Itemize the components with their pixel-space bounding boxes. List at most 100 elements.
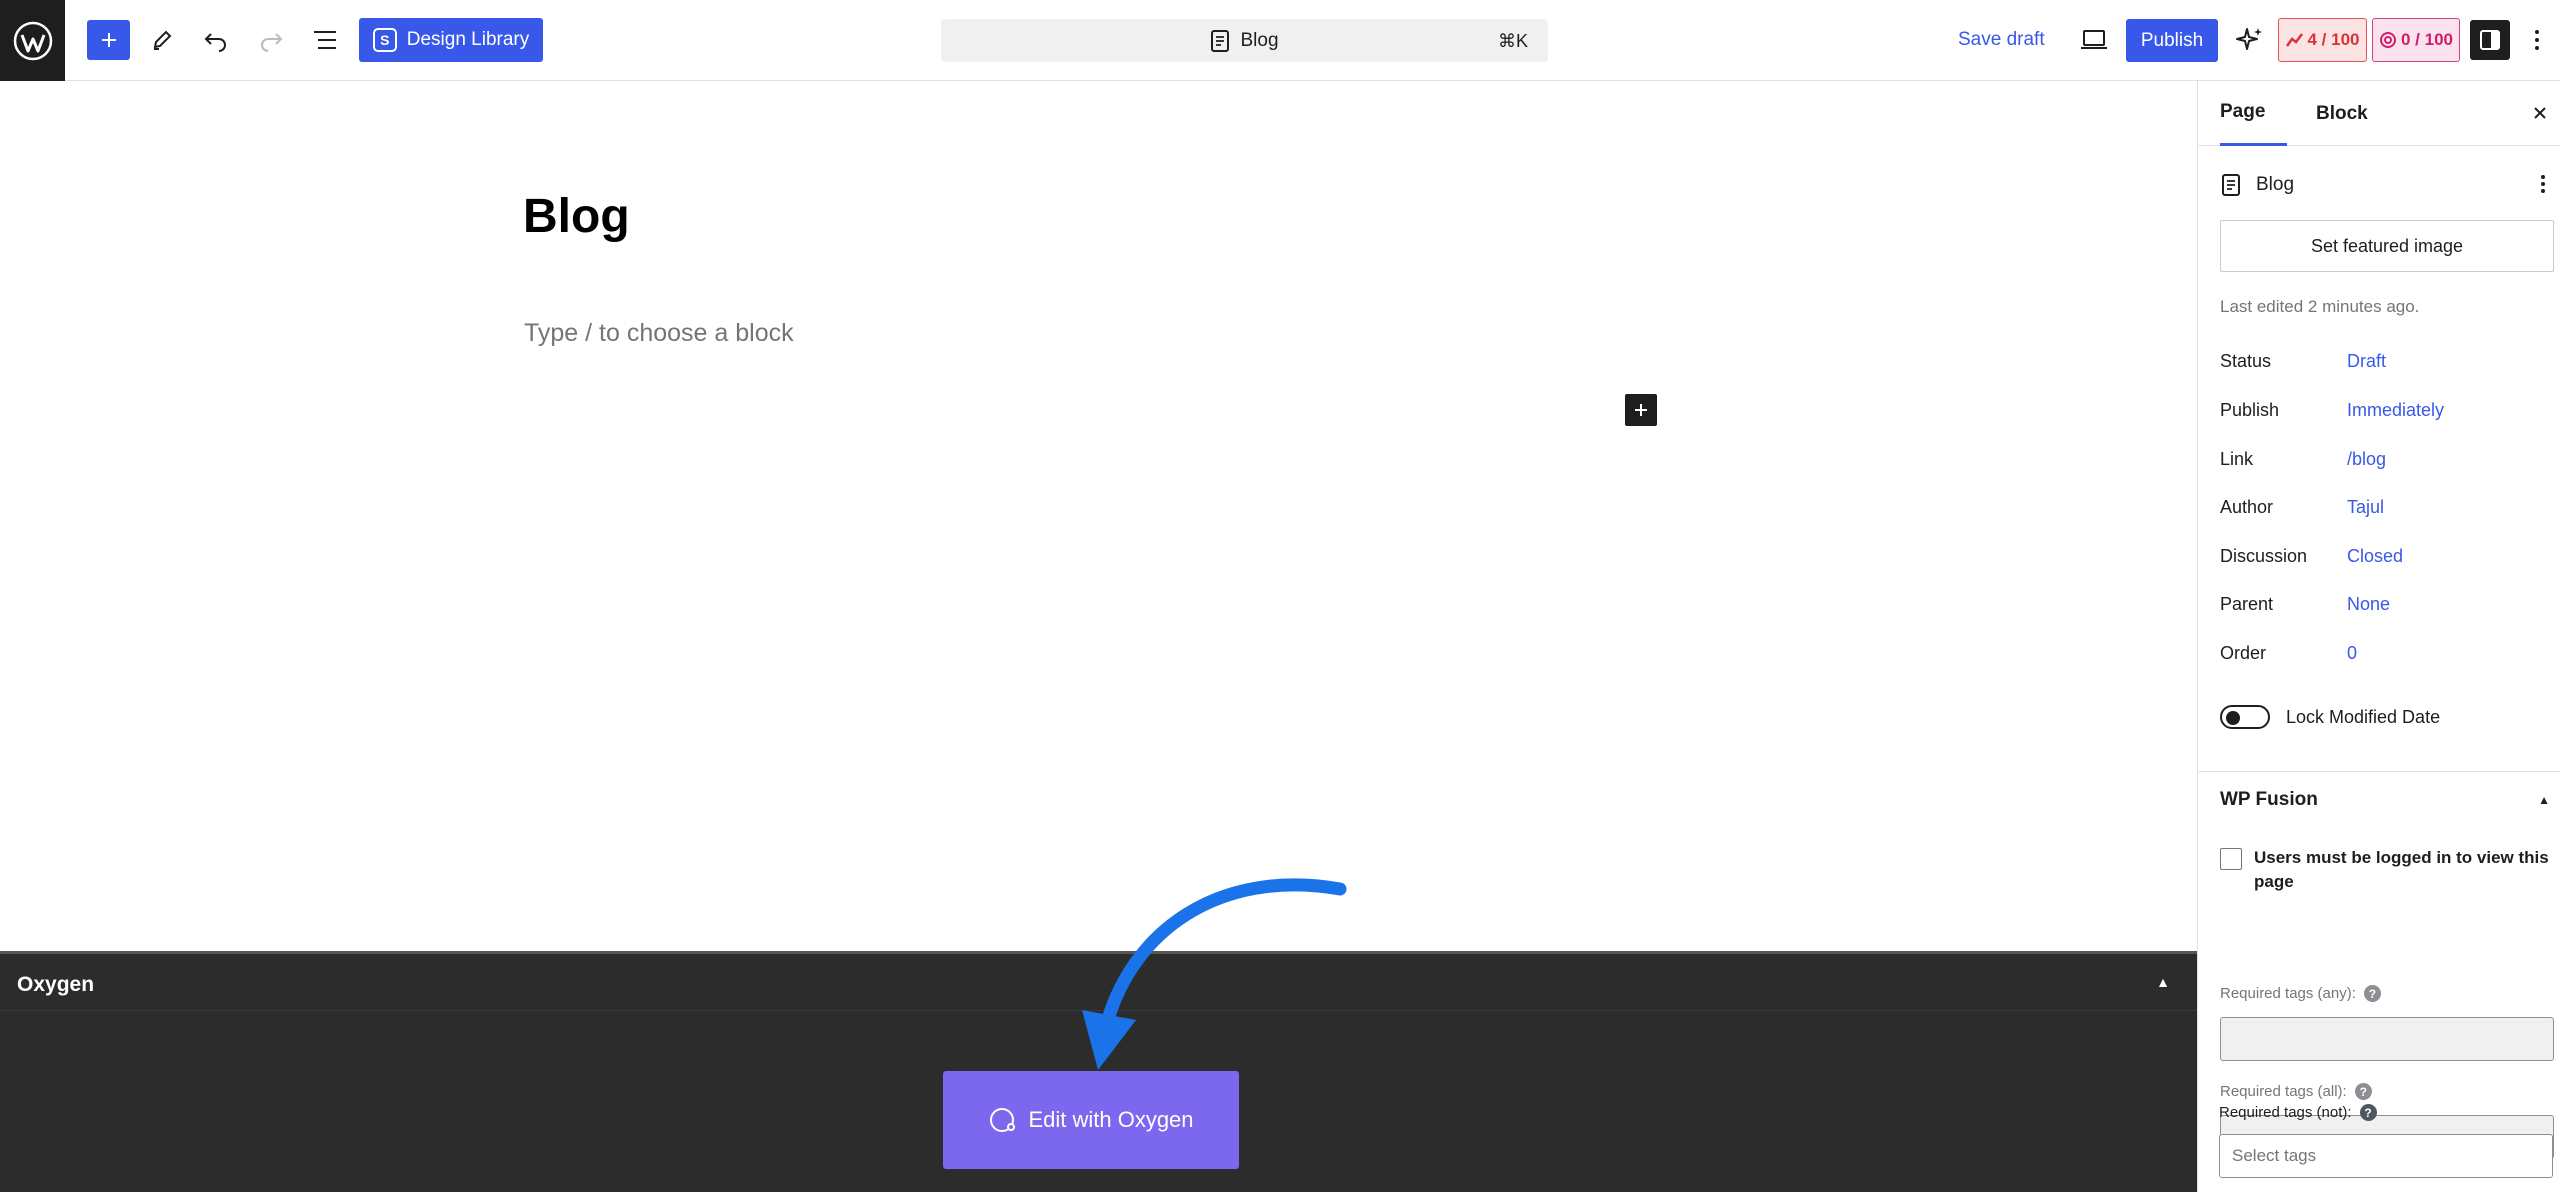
- help-icon[interactable]: ?: [2354, 1083, 2372, 1100]
- page-icon: [1211, 29, 1230, 52]
- required-tags-any-text: Required tags (any):: [2220, 985, 2356, 1002]
- meta-label: Author: [2220, 497, 2274, 517]
- lock-modified-date-row: Lock Modified Date: [2220, 705, 2440, 729]
- select-tags-placeholder: Select tags: [2232, 1146, 2317, 1165]
- publish-button[interactable]: Publish: [2126, 19, 2218, 62]
- document-overview-button[interactable]: [305, 20, 345, 60]
- wp-fusion-panel-title[interactable]: WP Fusion: [2220, 789, 2318, 811]
- sidebar-tabs: Page Block: [2198, 81, 2560, 146]
- permalink-link[interactable]: /blog: [2347, 449, 2386, 470]
- inline-block-inserter-button[interactable]: [1625, 394, 1657, 426]
- set-featured-image-button[interactable]: Set featured image: [2220, 220, 2554, 272]
- meta-label: Order: [2220, 643, 2267, 663]
- meta-row-discussion: Discussion Closed: [2220, 546, 2550, 574]
- document-summary: Blog: [2220, 169, 2550, 201]
- meta-row-author: Author Tajul: [2220, 497, 2550, 525]
- help-icon[interactable]: ?: [2363, 985, 2381, 1002]
- edit-with-oxygen-button[interactable]: Edit with Oxygen: [943, 1071, 1239, 1169]
- meta-label: Status: [2220, 351, 2272, 371]
- meta-label: Link: [2220, 449, 2254, 469]
- tab-block[interactable]: Block: [2304, 81, 2380, 146]
- editor-canvas: Blog Type / to choose a block: [0, 81, 2197, 951]
- required-tags-any-label: Required tags (any): ?: [2220, 985, 2381, 1002]
- page-title[interactable]: Blog: [523, 189, 630, 244]
- oxygen-meta-box-title: Oxygen: [17, 973, 95, 996]
- status-value-link[interactable]: Draft: [2347, 351, 2386, 372]
- required-tags-not-label: Required tags (not): ?: [2219, 1104, 2377, 1121]
- order-link[interactable]: 0: [2347, 643, 2357, 664]
- redo-button[interactable]: [251, 20, 291, 60]
- meta-row-link: Link /blog: [2220, 449, 2550, 477]
- author-link[interactable]: Tajul: [2347, 497, 2384, 518]
- more-vertical-icon[interactable]: [2540, 173, 2546, 201]
- required-tags-any-input[interactable]: [2220, 1017, 2554, 1061]
- meta-row-parent: Parent None: [2220, 594, 2550, 622]
- design-library-icon: S: [372, 28, 397, 52]
- close-icon[interactable]: [2528, 101, 2552, 125]
- desktop-preview-icon: [2081, 30, 2107, 49]
- select-tags-input[interactable]: Select tags: [2219, 1134, 2553, 1178]
- collapse-caret-icon[interactable]: ▲: [2156, 974, 2170, 990]
- options-menu-button[interactable]: [2522, 20, 2552, 60]
- editor-toolbar: S Design Library Blog ⌘K Save draft Publ…: [0, 0, 2560, 81]
- meta-row-publish: Publish Immediately: [2220, 400, 2550, 428]
- seo-score-badge[interactable]: 4 / 100: [2278, 18, 2367, 62]
- list-view-icon: [314, 31, 336, 49]
- readability-score-badge[interactable]: 0 / 100: [2372, 18, 2460, 62]
- wordpress-logo-icon[interactable]: [0, 0, 65, 81]
- more-vertical-icon: [2535, 30, 2539, 50]
- lock-modified-date-label: Lock Modified Date: [2286, 706, 2441, 727]
- login-required-checkbox[interactable]: [2220, 848, 2242, 870]
- undo-icon: [204, 33, 226, 52]
- meta-row-order: Order 0: [2220, 643, 2550, 671]
- pencil-icon: [153, 30, 172, 50]
- ai-assistant-button[interactable]: [2230, 20, 2270, 60]
- plus-icon: [101, 33, 116, 47]
- at-sign-icon: [2380, 32, 2396, 48]
- required-tags-all-label: Required tags (all): ?: [2220, 1083, 2372, 1100]
- oxygen-meta-box-header[interactable]: Oxygen ▲: [0, 954, 2197, 1011]
- required-tags-all-text: Required tags (all):: [2220, 1083, 2347, 1100]
- sidebar-divider: [2198, 771, 2560, 772]
- help-icon[interactable]: ?: [2359, 1104, 2377, 1121]
- last-edited-text: Last edited 2 minutes ago.: [2220, 297, 2420, 316]
- score-graph-icon: [2285, 33, 2303, 47]
- login-required-label: Users must be logged in to view this pag…: [2254, 848, 2549, 891]
- tools-pencil-button[interactable]: [142, 20, 182, 60]
- design-library-label: Design Library: [406, 29, 530, 50]
- meta-label: Publish: [2220, 400, 2280, 420]
- meta-row-status: Status Draft: [2220, 351, 2550, 379]
- required-tags-not-text: Required tags (not):: [2219, 1104, 2352, 1121]
- seo-score-value: 4 / 100: [2307, 30, 2360, 49]
- design-library-button[interactable]: S Design Library: [359, 18, 543, 62]
- discussion-link[interactable]: Closed: [2347, 546, 2403, 567]
- add-block-button[interactable]: [87, 20, 130, 60]
- oxygen-logo-icon: [990, 1108, 1016, 1132]
- login-required-row: Users must be logged in to view this pag…: [2220, 846, 2550, 894]
- oxygen-meta-box: Oxygen ▲ Edit with Oxygen: [0, 951, 2197, 1192]
- keyboard-shortcut: ⌘K: [1497, 31, 1528, 51]
- redo-icon: [261, 33, 283, 52]
- block-placeholder[interactable]: Type / to choose a block: [524, 319, 794, 348]
- readability-score-value: 0 / 100: [2401, 30, 2453, 49]
- settings-sidebar-toggle[interactable]: [2470, 20, 2510, 60]
- plus-icon: [1635, 404, 1647, 416]
- sparkle-icon: [2236, 28, 2262, 50]
- command-bar-title: Blog: [1240, 29, 1279, 51]
- lock-modified-date-toggle[interactable]: [2220, 705, 2270, 729]
- sidebar-icon: [2480, 30, 2500, 50]
- meta-label: Discussion: [2220, 546, 2308, 566]
- parent-link[interactable]: None: [2347, 594, 2390, 615]
- command-palette-bar[interactable]: Blog ⌘K: [941, 19, 1548, 62]
- meta-label: Parent: [2220, 594, 2274, 614]
- document-title: Blog: [2256, 174, 2295, 195]
- edit-with-oxygen-label: Edit with Oxygen: [1028, 1107, 1194, 1132]
- undo-button[interactable]: [196, 20, 236, 60]
- tab-page[interactable]: Page: [2220, 81, 2288, 146]
- preview-button[interactable]: [2074, 20, 2114, 60]
- settings-sidebar: Page Block Blog Set featured image Last …: [2197, 81, 2560, 1192]
- page-icon: [2222, 174, 2240, 196]
- collapse-caret-icon[interactable]: ▲: [2538, 793, 2550, 807]
- publish-date-link[interactable]: Immediately: [2347, 400, 2444, 421]
- save-draft-button[interactable]: Save draft: [1950, 20, 2053, 60]
